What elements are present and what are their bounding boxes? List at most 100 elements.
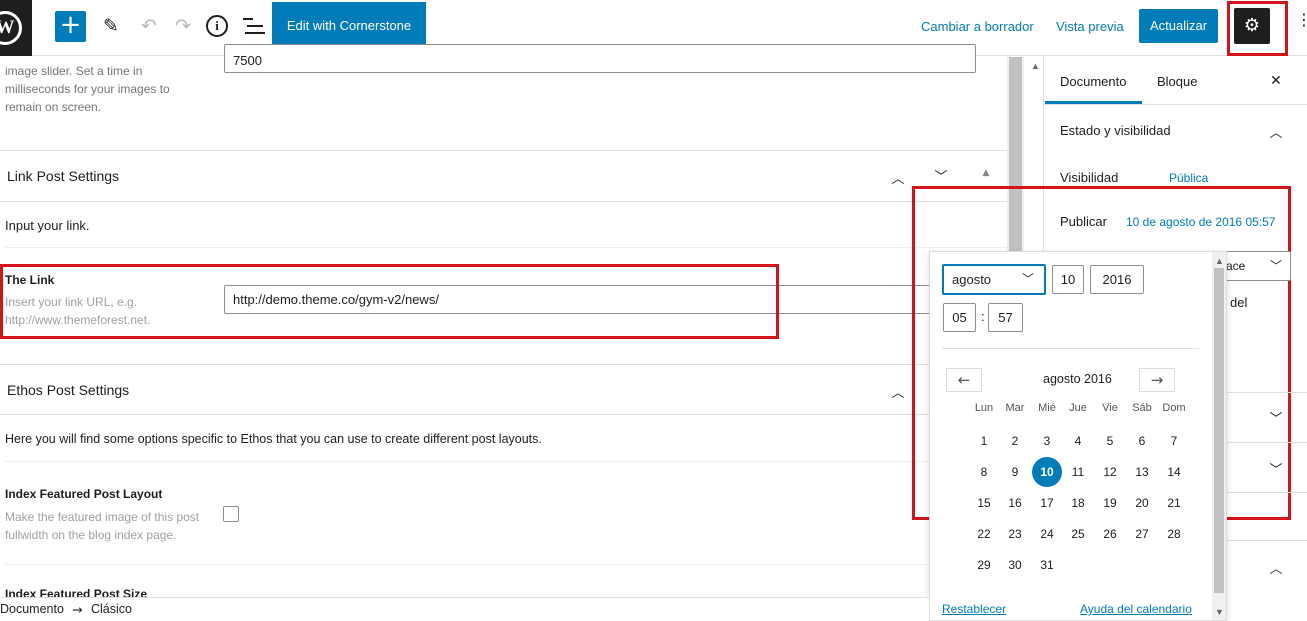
switch-to-draft-link[interactable]: Cambiar a borrador bbox=[921, 19, 1034, 34]
calendar-day[interactable]: 11 bbox=[1063, 457, 1093, 487]
calendar-day[interactable]: 16 bbox=[1000, 488, 1030, 518]
calendar-day[interactable]: 26 bbox=[1095, 519, 1125, 549]
preview-link[interactable]: Vista previa bbox=[1056, 19, 1124, 34]
redo-icon[interactable]: ↷ bbox=[169, 12, 197, 40]
link-section-description: Input your link. bbox=[5, 218, 90, 233]
collapse-panel-icon[interactable]: ︿ bbox=[891, 382, 905, 401]
time-separator: : bbox=[981, 309, 985, 324]
next-month-icon[interactable]: → bbox=[1139, 368, 1175, 392]
info-icon[interactable]: i bbox=[206, 15, 228, 37]
calendar-day[interactable]: 12 bbox=[1095, 457, 1125, 487]
divider bbox=[942, 348, 1199, 349]
calendar-day[interactable]: 18 bbox=[1063, 488, 1093, 518]
calendar-day[interactable]: 3 bbox=[1032, 426, 1062, 456]
divider bbox=[5, 247, 1007, 248]
calendar-day[interactable]: 24 bbox=[1032, 519, 1062, 549]
calendar-day[interactable]: 20 bbox=[1127, 488, 1157, 518]
weekday-label: Jue bbox=[1069, 402, 1087, 414]
divider bbox=[0, 201, 1007, 202]
visibility-label: Visibilidad bbox=[1060, 170, 1119, 185]
hour-input[interactable]: 05 bbox=[943, 303, 976, 332]
calendar-day[interactable]: 19 bbox=[1095, 488, 1125, 518]
toggle-panel-icon[interactable]: ▲ bbox=[979, 168, 993, 182]
chevron-down-icon: ﹀ bbox=[1270, 259, 1283, 273]
reset-date-link[interactable]: Restablecer bbox=[942, 602, 1006, 616]
visibility-value-link[interactable]: Pública bbox=[1169, 171, 1208, 185]
calendar-day[interactable]: 31 bbox=[1032, 550, 1062, 580]
ethos-section-description: Here you will find some options specific… bbox=[5, 432, 542, 446]
chevron-down-icon[interactable]: ﹀ bbox=[1269, 459, 1283, 478]
calendar-month-title: agosto 2016 bbox=[1043, 372, 1112, 386]
calendar-day[interactable]: 21 bbox=[1159, 488, 1189, 518]
pen-icon[interactable]: ✎ bbox=[97, 12, 125, 40]
chevron-down-icon[interactable]: ﹀ bbox=[1269, 408, 1283, 427]
calendar-day[interactable]: 29 bbox=[969, 550, 999, 580]
breadcrumb-root[interactable]: Documento bbox=[0, 602, 64, 616]
collapse-panel-icon[interactable]: ︿ bbox=[1269, 558, 1283, 577]
move-up-icon[interactable]: ︿ bbox=[891, 168, 905, 187]
calendar-day[interactable]: 2 bbox=[1000, 426, 1030, 456]
calendar-day[interactable]: 14 bbox=[1159, 457, 1189, 487]
calendar-day[interactable]: 22 bbox=[969, 519, 999, 549]
calendar-day[interactable]: 15 bbox=[969, 488, 999, 518]
slider-duration-input[interactable]: 7500 bbox=[224, 44, 976, 73]
calendar-day[interactable]: 27 bbox=[1127, 519, 1157, 549]
tab-document[interactable]: Documento bbox=[1060, 74, 1126, 89]
calendar-day[interactable]: 25 bbox=[1063, 519, 1093, 549]
month-select[interactable]: agosto ﹀ bbox=[942, 264, 1046, 295]
index-featured-layout-label: Index Featured Post Layout bbox=[5, 487, 163, 501]
more-options-icon[interactable]: ⋮ bbox=[1296, 10, 1307, 40]
date-picker-scrollbar[interactable] bbox=[1212, 252, 1226, 620]
collapse-panel-icon[interactable]: ︿ bbox=[1269, 122, 1283, 141]
divider bbox=[1227, 540, 1307, 541]
update-button[interactable]: Actualizar bbox=[1139, 9, 1218, 43]
list-view-icon[interactable] bbox=[243, 16, 265, 36]
calendar-day[interactable]: 13 bbox=[1127, 457, 1157, 487]
calendar-day[interactable]: 9 bbox=[1000, 457, 1030, 487]
index-featured-size-label: Index Featured Post Size bbox=[5, 587, 148, 597]
calendar-day[interactable]: 4 bbox=[1063, 426, 1093, 456]
divider bbox=[1227, 442, 1307, 443]
tab-block[interactable]: Bloque bbox=[1157, 74, 1197, 89]
partial-text: del bbox=[1230, 295, 1248, 310]
calendar-day-selected[interactable]: 10 bbox=[1032, 457, 1062, 487]
move-down-icon[interactable]: ﹀ bbox=[934, 166, 948, 185]
breadcrumb-leaf[interactable]: Clásico bbox=[91, 602, 132, 616]
divider bbox=[0, 150, 1007, 151]
scroll-up-icon[interactable]: ▲ bbox=[1031, 61, 1040, 71]
calendar-day[interactable]: 17 bbox=[1032, 488, 1062, 518]
calendar-day[interactable]: 28 bbox=[1159, 519, 1189, 549]
day-input[interactable]: 10 bbox=[1052, 265, 1084, 294]
scroll-up-icon[interactable]: ▲ bbox=[1215, 256, 1224, 266]
calendar-day[interactable]: 6 bbox=[1127, 426, 1157, 456]
status-visibility-panel-title[interactable]: Estado y visibilidad bbox=[1060, 123, 1171, 138]
calendar-day[interactable]: 7 bbox=[1159, 426, 1189, 456]
calendar-day[interactable]: 5 bbox=[1095, 426, 1125, 456]
add-block-button[interactable]: + bbox=[55, 11, 86, 42]
calendar-day[interactable]: 8 bbox=[969, 457, 999, 487]
divider bbox=[1227, 492, 1307, 493]
calendar-day[interactable]: 23 bbox=[1000, 519, 1030, 549]
close-sidebar-icon[interactable]: ✕ bbox=[1270, 73, 1282, 89]
divider bbox=[1227, 392, 1307, 393]
slider-help-text: image slider. Set a time in milliseconds… bbox=[5, 64, 170, 114]
calendar-day[interactable]: 1 bbox=[969, 426, 999, 456]
index-featured-layout-help: Make the featured image of this post ful… bbox=[5, 510, 200, 542]
minute-input[interactable]: 57 bbox=[988, 303, 1023, 332]
divider bbox=[5, 461, 1007, 462]
calendar-help-link[interactable]: Ayuda del calendario bbox=[1080, 602, 1192, 616]
edit-with-cornerstone-button[interactable]: Edit with Cornerstone bbox=[272, 2, 426, 50]
year-input[interactable]: 2016 bbox=[1090, 265, 1144, 294]
index-featured-layout-checkbox[interactable] bbox=[223, 506, 239, 522]
calendar-day[interactable]: 30 bbox=[1000, 550, 1030, 580]
undo-icon[interactable]: ↶ bbox=[135, 12, 163, 40]
divider bbox=[0, 414, 1007, 415]
scroll-down-icon[interactable]: ▼ bbox=[1215, 607, 1224, 617]
divider bbox=[1044, 104, 1307, 105]
settings-highlight-box bbox=[1227, 1, 1288, 56]
weekday-label: Sáb bbox=[1132, 402, 1152, 414]
weekday-label: Mar bbox=[1005, 402, 1025, 414]
weekday-label: Vie bbox=[1102, 402, 1118, 414]
weekday-label: Lun bbox=[974, 402, 994, 414]
prev-month-icon[interactable]: ← bbox=[946, 368, 982, 392]
